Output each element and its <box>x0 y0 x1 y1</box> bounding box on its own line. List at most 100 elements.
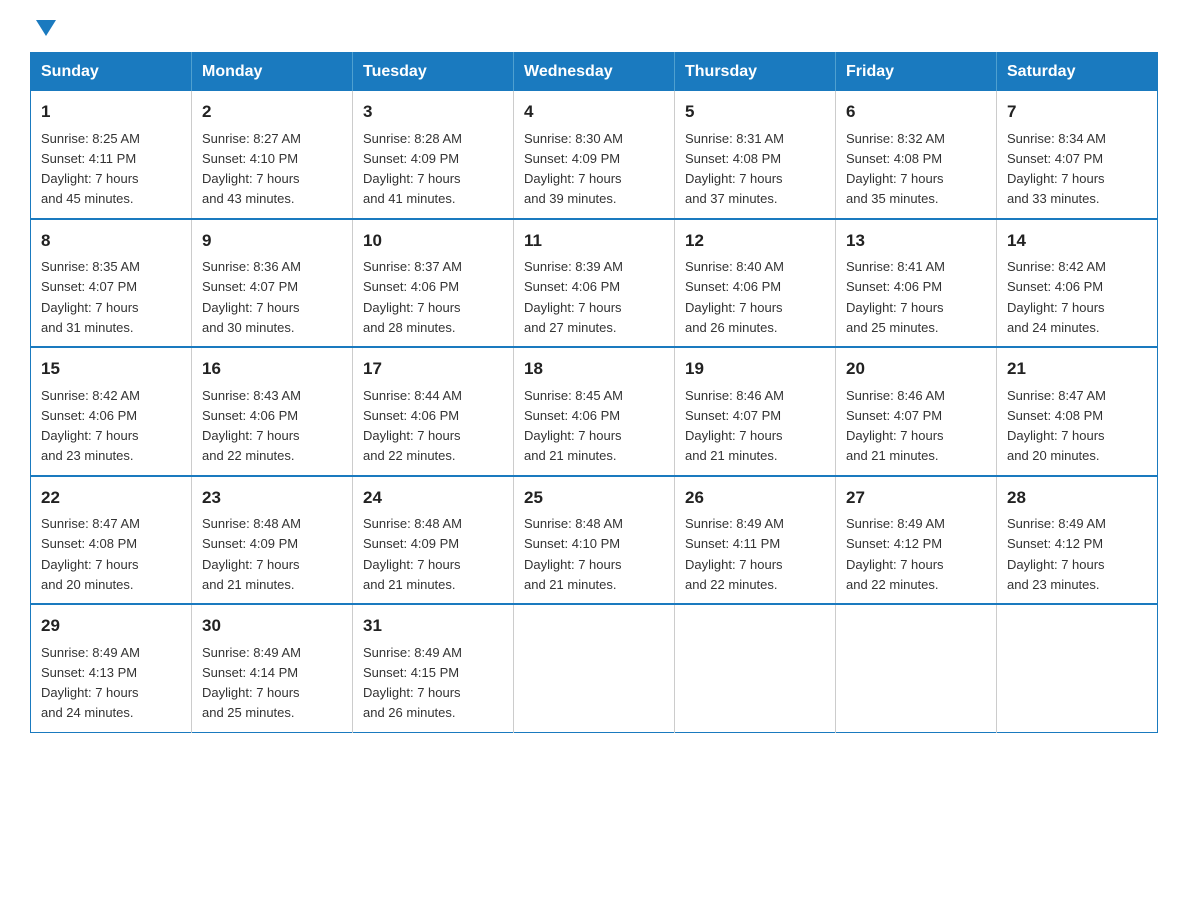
day-info: Sunrise: 8:40 AMSunset: 4:06 PMDaylight:… <box>685 259 784 335</box>
day-info: Sunrise: 8:49 AMSunset: 4:15 PMDaylight:… <box>363 645 462 721</box>
week-row-2: 8 Sunrise: 8:35 AMSunset: 4:07 PMDaylight… <box>31 219 1158 348</box>
calendar-cell: 19Sunrise: 8:46 AMSunset: 4:07 PMDayligh… <box>675 347 836 476</box>
calendar-cell: 23 Sunrise: 8:48 AMSunset: 4:09 PMDayligh… <box>192 476 353 605</box>
day-number: 11 <box>524 228 664 254</box>
week-row-3: 15 Sunrise: 8:42 AMSunset: 4:06 PMDayligh… <box>31 347 1158 476</box>
day-number: 27 <box>846 485 986 511</box>
calendar-cell: 20 Sunrise: 8:46 AMSunset: 4:07 PMDayligh… <box>836 347 997 476</box>
calendar-cell: 22 Sunrise: 8:47 AMSunset: 4:08 PMDayligh… <box>31 476 192 605</box>
header-sunday: Sunday <box>31 53 192 92</box>
calendar-cell: 6Sunrise: 8:32 AMSunset: 4:08 PMDaylight… <box>836 91 997 219</box>
calendar-cell: 13Sunrise: 8:41 AMSunset: 4:06 PMDayligh… <box>836 219 997 348</box>
calendar-header-row: SundayMondayTuesdayWednesdayThursdayFrid… <box>31 53 1158 92</box>
day-info: Sunrise: 8:43 AMSunset: 4:06 PMDaylight:… <box>202 388 301 464</box>
calendar-cell: 26 Sunrise: 8:49 AMSunset: 4:11 PMDayligh… <box>675 476 836 605</box>
calendar-cell: 15 Sunrise: 8:42 AMSunset: 4:06 PMDayligh… <box>31 347 192 476</box>
logo <box>30 20 56 34</box>
calendar-cell: 30 Sunrise: 8:49 AMSunset: 4:14 PMDayligh… <box>192 604 353 732</box>
day-number: 26 <box>685 485 825 511</box>
calendar-table: SundayMondayTuesdayWednesdayThursdayFrid… <box>30 52 1158 733</box>
calendar-cell: 14 Sunrise: 8:42 AMSunset: 4:06 PMDayligh… <box>997 219 1158 348</box>
day-info: Sunrise: 8:35 AMSunset: 4:07 PMDaylight:… <box>41 259 140 335</box>
calendar-cell: 9Sunrise: 8:36 AMSunset: 4:07 PMDaylight… <box>192 219 353 348</box>
day-info: Sunrise: 8:42 AMSunset: 4:06 PMDaylight:… <box>41 388 140 464</box>
calendar-cell: 16Sunrise: 8:43 AMSunset: 4:06 PMDayligh… <box>192 347 353 476</box>
day-info: Sunrise: 8:48 AMSunset: 4:09 PMDaylight:… <box>202 516 301 592</box>
day-number: 30 <box>202 613 342 639</box>
day-info: Sunrise: 8:49 AMSunset: 4:14 PMDaylight:… <box>202 645 301 721</box>
day-number: 18 <box>524 356 664 382</box>
calendar-cell: 21Sunrise: 8:47 AMSunset: 4:08 PMDayligh… <box>997 347 1158 476</box>
page-header <box>30 20 1158 34</box>
day-number: 1 <box>41 99 181 125</box>
calendar-cell: 1 Sunrise: 8:25 AMSunset: 4:11 PMDaylight… <box>31 91 192 219</box>
header-monday: Monday <box>192 53 353 92</box>
day-number: 8 <box>41 228 181 254</box>
calendar-cell: 18 Sunrise: 8:45 AMSunset: 4:06 PMDayligh… <box>514 347 675 476</box>
day-number: 22 <box>41 485 181 511</box>
day-info: Sunrise: 8:27 AMSunset: 4:10 PMDaylight:… <box>202 131 301 207</box>
day-info: Sunrise: 8:32 AMSunset: 4:08 PMDaylight:… <box>846 131 945 207</box>
calendar-cell: 31 Sunrise: 8:49 AMSunset: 4:15 PMDayligh… <box>353 604 514 732</box>
day-info: Sunrise: 8:42 AMSunset: 4:06 PMDaylight:… <box>1007 259 1106 335</box>
day-info: Sunrise: 8:44 AMSunset: 4:06 PMDaylight:… <box>363 388 462 464</box>
calendar-cell: 28Sunrise: 8:49 AMSunset: 4:12 PMDayligh… <box>997 476 1158 605</box>
day-info: Sunrise: 8:49 AMSunset: 4:13 PMDaylight:… <box>41 645 140 721</box>
calendar-cell <box>675 604 836 732</box>
header-thursday: Thursday <box>675 53 836 92</box>
day-number: 14 <box>1007 228 1147 254</box>
week-row-5: 29 Sunrise: 8:49 AMSunset: 4:13 PMDayligh… <box>31 604 1158 732</box>
day-number: 20 <box>846 356 986 382</box>
day-number: 2 <box>202 99 342 125</box>
calendar-cell: 2 Sunrise: 8:27 AMSunset: 4:10 PMDaylight… <box>192 91 353 219</box>
day-number: 4 <box>524 99 664 125</box>
day-info: Sunrise: 8:31 AMSunset: 4:08 PMDaylight:… <box>685 131 784 207</box>
calendar-cell <box>836 604 997 732</box>
day-number: 21 <box>1007 356 1147 382</box>
header-tuesday: Tuesday <box>353 53 514 92</box>
day-info: Sunrise: 8:25 AMSunset: 4:11 PMDaylight:… <box>41 131 140 207</box>
header-friday: Friday <box>836 53 997 92</box>
day-info: Sunrise: 8:34 AMSunset: 4:07 PMDaylight:… <box>1007 131 1106 207</box>
day-number: 3 <box>363 99 503 125</box>
header-wednesday: Wednesday <box>514 53 675 92</box>
day-number: 15 <box>41 356 181 382</box>
calendar-cell: 10Sunrise: 8:37 AMSunset: 4:06 PMDayligh… <box>353 219 514 348</box>
calendar-cell: 27 Sunrise: 8:49 AMSunset: 4:12 PMDayligh… <box>836 476 997 605</box>
day-info: Sunrise: 8:37 AMSunset: 4:06 PMDaylight:… <box>363 259 462 335</box>
week-row-4: 22 Sunrise: 8:47 AMSunset: 4:08 PMDayligh… <box>31 476 1158 605</box>
day-number: 13 <box>846 228 986 254</box>
calendar-cell: 11 Sunrise: 8:39 AMSunset: 4:06 PMDayligh… <box>514 219 675 348</box>
day-info: Sunrise: 8:49 AMSunset: 4:12 PMDaylight:… <box>1007 516 1106 592</box>
calendar-cell: 25Sunrise: 8:48 AMSunset: 4:10 PMDayligh… <box>514 476 675 605</box>
day-info: Sunrise: 8:46 AMSunset: 4:07 PMDaylight:… <box>846 388 945 464</box>
calendar-cell: 17 Sunrise: 8:44 AMSunset: 4:06 PMDayligh… <box>353 347 514 476</box>
logo-triangle-icon <box>36 20 56 36</box>
calendar-cell: 4 Sunrise: 8:30 AMSunset: 4:09 PMDaylight… <box>514 91 675 219</box>
day-number: 12 <box>685 228 825 254</box>
day-info: Sunrise: 8:49 AMSunset: 4:12 PMDaylight:… <box>846 516 945 592</box>
day-info: Sunrise: 8:30 AMSunset: 4:09 PMDaylight:… <box>524 131 623 207</box>
week-row-1: 1 Sunrise: 8:25 AMSunset: 4:11 PMDaylight… <box>31 91 1158 219</box>
day-info: Sunrise: 8:39 AMSunset: 4:06 PMDaylight:… <box>524 259 623 335</box>
calendar-cell: 24 Sunrise: 8:48 AMSunset: 4:09 PMDayligh… <box>353 476 514 605</box>
day-info: Sunrise: 8:47 AMSunset: 4:08 PMDaylight:… <box>41 516 140 592</box>
day-number: 5 <box>685 99 825 125</box>
day-info: Sunrise: 8:48 AMSunset: 4:10 PMDaylight:… <box>524 516 623 592</box>
calendar-cell <box>514 604 675 732</box>
day-number: 24 <box>363 485 503 511</box>
logo-blue <box>30 20 56 34</box>
day-number: 7 <box>1007 99 1147 125</box>
day-number: 9 <box>202 228 342 254</box>
day-info: Sunrise: 8:28 AMSunset: 4:09 PMDaylight:… <box>363 131 462 207</box>
calendar-cell <box>997 604 1158 732</box>
day-number: 23 <box>202 485 342 511</box>
day-number: 17 <box>363 356 503 382</box>
day-info: Sunrise: 8:46 AMSunset: 4:07 PMDaylight:… <box>685 388 784 464</box>
day-number: 29 <box>41 613 181 639</box>
day-info: Sunrise: 8:45 AMSunset: 4:06 PMDaylight:… <box>524 388 623 464</box>
day-info: Sunrise: 8:48 AMSunset: 4:09 PMDaylight:… <box>363 516 462 592</box>
day-number: 31 <box>363 613 503 639</box>
day-info: Sunrise: 8:49 AMSunset: 4:11 PMDaylight:… <box>685 516 784 592</box>
calendar-cell: 7 Sunrise: 8:34 AMSunset: 4:07 PMDaylight… <box>997 91 1158 219</box>
